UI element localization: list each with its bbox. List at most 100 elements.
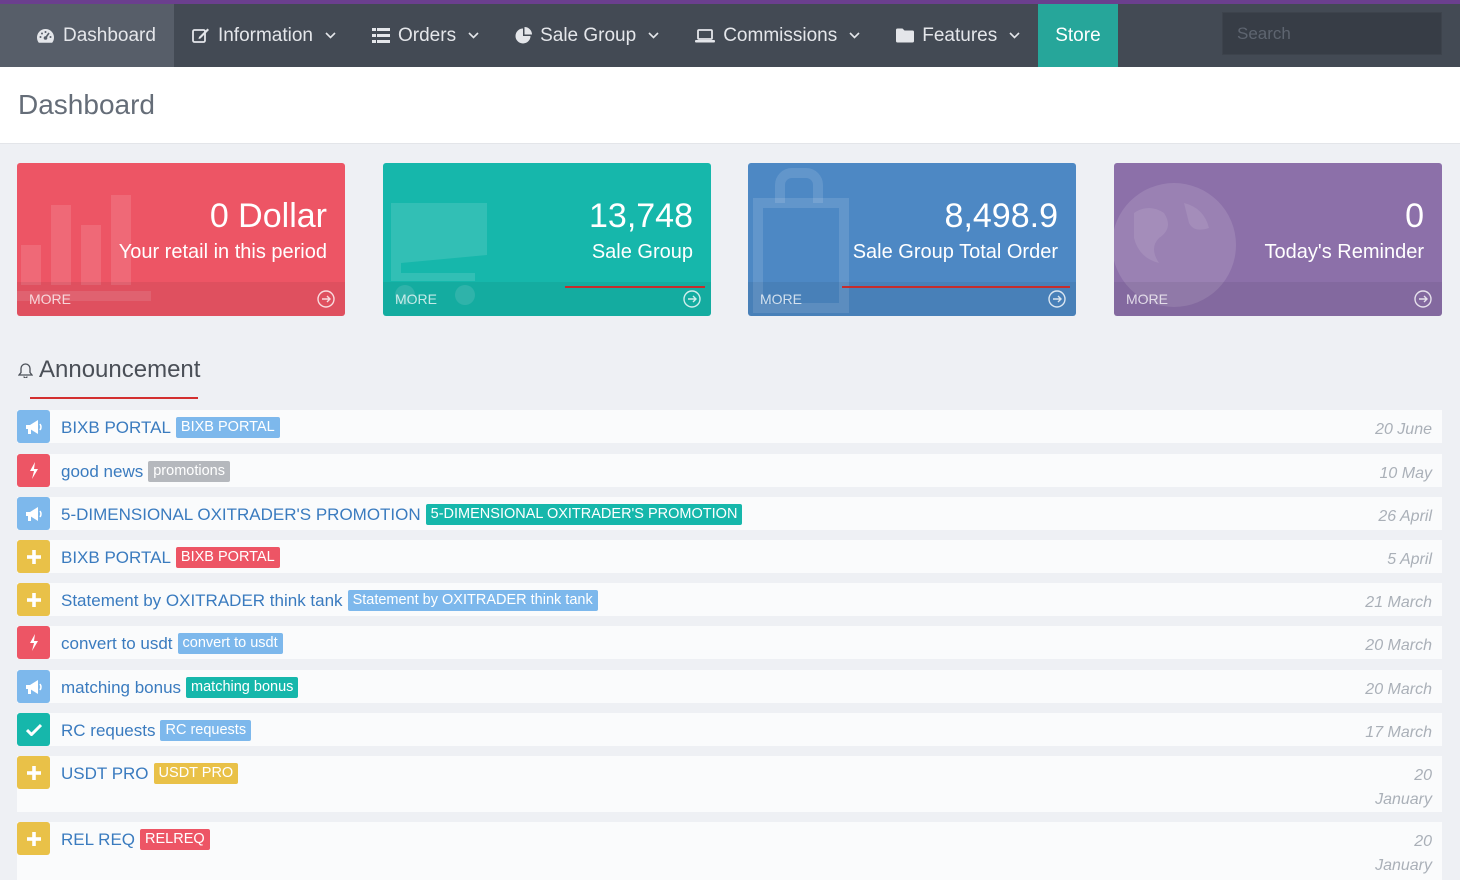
announcement-title[interactable]: BIXB PORTAL bbox=[61, 418, 171, 438]
arrow-circle-right-icon[interactable] bbox=[1048, 290, 1066, 308]
card-value: 13,748 bbox=[589, 197, 693, 235]
card-footer[interactable]: MORE bbox=[748, 282, 1076, 316]
card-label: Sale Group bbox=[591, 241, 693, 263]
chevron-down-icon bbox=[1009, 32, 1020, 39]
card-label: Today's Reminder bbox=[1264, 241, 1424, 263]
laptop-icon bbox=[695, 28, 716, 42]
announcement-date: 20 March bbox=[1365, 637, 1432, 654]
announcement-item[interactable]: 5-DIMENSIONAL OXITRADER'S PROMOTION 5-DI… bbox=[17, 497, 1442, 530]
announcement-item[interactable]: REL REQ RELREQ 20 January bbox=[17, 822, 1442, 880]
more-link[interactable]: MORE bbox=[1126, 291, 1168, 307]
announcement-title[interactable]: RC requests bbox=[61, 721, 155, 741]
plus-icon bbox=[17, 756, 50, 789]
nav-dashboard[interactable]: Dashboard bbox=[0, 4, 174, 67]
nav-label: Features bbox=[922, 24, 998, 46]
announcement-tag: convert to usdt bbox=[177, 633, 283, 654]
nav-label: Sale Group bbox=[540, 24, 637, 46]
nav-sale-group[interactable]: Sale Group bbox=[497, 4, 677, 67]
announcement-item[interactable]: BIXB PORTAL BIXB PORTAL 5 April bbox=[17, 540, 1442, 573]
announcement-tag: BIXB PORTAL bbox=[175, 417, 280, 438]
folder-icon bbox=[896, 28, 915, 43]
arrow-circle-right-icon[interactable] bbox=[683, 290, 701, 308]
dashboard-gauge-icon bbox=[37, 28, 54, 43]
check-icon bbox=[17, 713, 50, 746]
card-footer[interactable]: MORE bbox=[383, 282, 711, 316]
announcement-tag: BIXB PORTAL bbox=[175, 547, 280, 568]
announcement-date: 20 June bbox=[1375, 421, 1432, 438]
announcement-tag: 5-DIMENSIONAL OXITRADER'S PROMOTION bbox=[425, 504, 743, 525]
top-navbar: Dashboard Information Orders Sale Group … bbox=[0, 4, 1460, 67]
nav-commissions[interactable]: Commissions bbox=[677, 4, 878, 67]
announcement-tag: USDT PRO bbox=[153, 763, 239, 784]
pie-chart-icon bbox=[515, 27, 533, 44]
plus-icon bbox=[17, 822, 50, 855]
more-link[interactable]: MORE bbox=[760, 291, 802, 307]
arrow-circle-right-icon[interactable] bbox=[317, 290, 335, 308]
more-link[interactable]: MORE bbox=[29, 291, 71, 307]
announcement-item[interactable]: good news promotions 10 May bbox=[17, 454, 1442, 487]
search-box bbox=[1222, 12, 1458, 55]
announcement-title[interactable]: matching bonus bbox=[61, 678, 181, 698]
announcement-tag: matching bonus bbox=[186, 677, 299, 698]
page-title: Dashboard bbox=[18, 89, 155, 120]
announcement-title[interactable]: Statement by OXITRADER think tank bbox=[61, 591, 343, 611]
announcement-date: 10 May bbox=[1379, 465, 1432, 482]
date-month: January bbox=[1375, 857, 1432, 874]
nav-label: Store bbox=[1055, 24, 1101, 46]
bell-icon bbox=[18, 363, 33, 378]
announcement-item[interactable]: BIXB PORTAL BIXB PORTAL 20 June bbox=[17, 410, 1442, 443]
announcement-item[interactable]: convert to usdt convert to usdt 20 March bbox=[17, 626, 1442, 659]
announcement-title[interactable]: BIXB PORTAL bbox=[61, 548, 171, 568]
nav-label: Commissions bbox=[723, 24, 838, 46]
announcement-date: 5 April bbox=[1387, 551, 1432, 568]
announcement-title[interactable]: REL REQ bbox=[61, 830, 135, 850]
announcement-item[interactable]: USDT PRO USDT PRO 20 January bbox=[17, 756, 1442, 812]
megaphone-icon bbox=[17, 497, 50, 530]
chevron-down-icon bbox=[648, 32, 659, 39]
nav-information[interactable]: Information bbox=[174, 4, 354, 67]
announcement-title[interactable]: convert to usdt bbox=[61, 634, 173, 654]
arrow-circle-right-icon[interactable] bbox=[1414, 290, 1432, 308]
date-day: 20 bbox=[1414, 767, 1432, 784]
chevron-down-icon bbox=[325, 32, 336, 39]
nav-label: Information bbox=[217, 24, 313, 46]
list-icon bbox=[372, 28, 390, 43]
nav-features[interactable]: Features bbox=[878, 4, 1038, 67]
announcement-item[interactable]: RC requests RC requests 17 March bbox=[17, 713, 1442, 746]
card-value: 8,498.9 bbox=[944, 197, 1058, 235]
chevron-down-icon bbox=[468, 32, 479, 39]
announcement-date: 26 April bbox=[1378, 508, 1432, 525]
nav-label: Dashboard bbox=[63, 24, 156, 46]
red-underline bbox=[30, 397, 198, 399]
announcement-title[interactable]: 5-DIMENSIONAL OXITRADER'S PROMOTION bbox=[61, 505, 421, 525]
announcement-item[interactable]: Statement by OXITRADER think tank Statem… bbox=[17, 583, 1442, 616]
card-footer[interactable]: MORE bbox=[1114, 282, 1442, 316]
card-value: 0 bbox=[1405, 197, 1424, 235]
announcement-tag: RC requests bbox=[160, 720, 252, 741]
announcement-title[interactable]: USDT PRO bbox=[61, 764, 149, 784]
announcement-tag: RELREQ bbox=[140, 829, 210, 850]
card-label: Sale Group Total Order bbox=[852, 241, 1058, 263]
announcement-item[interactable]: matching bonus matching bonus 20 March bbox=[17, 670, 1442, 703]
todays-reminder-card: 0 Today's Reminder MORE bbox=[1114, 163, 1442, 316]
card-footer[interactable]: MORE bbox=[17, 282, 345, 316]
plus-icon bbox=[17, 583, 50, 616]
edit-icon bbox=[192, 28, 209, 43]
announcement-heading: Announcement bbox=[18, 356, 200, 384]
sale-group-card: 13,748 Sale Group MORE bbox=[383, 163, 711, 316]
announcement-date: 17 March bbox=[1365, 724, 1432, 741]
sale-group-total-order-card: 8,498.9 Sale Group Total Order MORE bbox=[748, 163, 1076, 316]
card-label: Your retail in this period bbox=[118, 241, 327, 263]
announcement-date: 20 March bbox=[1365, 681, 1432, 698]
date-month: January bbox=[1375, 791, 1432, 808]
plus-icon bbox=[17, 540, 50, 573]
announcement-date: 21 March bbox=[1365, 594, 1432, 611]
announcement-title[interactable]: good news bbox=[61, 462, 143, 482]
megaphone-icon bbox=[17, 670, 50, 703]
nav-store[interactable]: Store bbox=[1038, 4, 1118, 67]
announcement-tag: promotions bbox=[148, 461, 230, 482]
more-link[interactable]: MORE bbox=[395, 291, 437, 307]
nav-orders[interactable]: Orders bbox=[354, 4, 497, 67]
search-input[interactable] bbox=[1237, 23, 1458, 44]
chevron-down-icon bbox=[849, 32, 860, 39]
